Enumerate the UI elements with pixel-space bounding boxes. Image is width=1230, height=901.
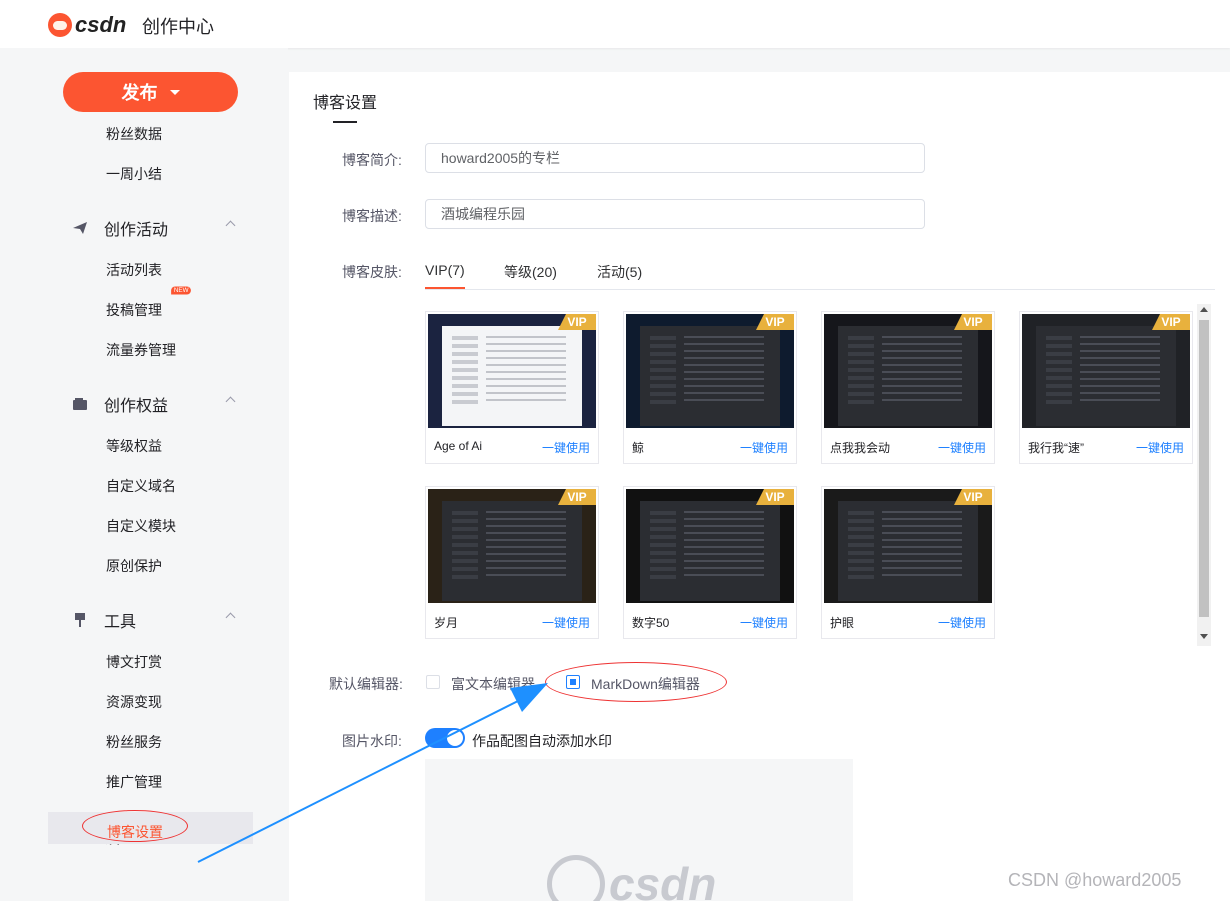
theme-thumbnail xyxy=(626,489,794,603)
sidebar-item-submission[interactable]: 投稿管理 xyxy=(106,300,162,320)
sidebar-item-article-reward[interactable]: 博文打赏 xyxy=(106,652,162,672)
theme-card[interactable]: VIP 我行我“速” 一键使用 xyxy=(1019,311,1193,464)
csdn-mascot-icon xyxy=(547,855,605,901)
watermark-label: 图片水印: xyxy=(342,733,402,749)
intro-label: 博客简介: xyxy=(342,152,402,168)
theme-card[interactable]: VIP 护眼 一键使用 xyxy=(821,486,995,639)
sidebar-group-tools[interactable]: 工具 xyxy=(72,608,236,632)
watermark-toggle[interactable] xyxy=(425,728,465,748)
annotation-circle-blog-settings xyxy=(82,810,188,842)
tab-activity[interactable]: 活动(5) xyxy=(597,262,642,282)
sidebar-item-level-rights[interactable]: 等级权益 xyxy=(106,436,162,456)
theme-thumbnail xyxy=(824,489,992,603)
theme-thumbnail xyxy=(824,314,992,428)
top-bar: csdn 创作中心 xyxy=(0,0,1230,48)
apply-theme-link[interactable]: 一键使用 xyxy=(542,439,590,456)
skin-label: 博客皮肤: xyxy=(342,264,402,280)
theme-card[interactable]: VIP 岁月 一键使用 xyxy=(425,486,599,639)
apply-theme-link[interactable]: 一键使用 xyxy=(938,439,986,456)
scroll-up-arrow-icon[interactable] xyxy=(1200,307,1208,312)
theme-card[interactable]: VIP 点我我会动 一键使用 xyxy=(821,311,995,464)
sidebar-item-resource-cash[interactable]: 资源变现 xyxy=(106,692,162,712)
title-underline xyxy=(333,121,357,123)
apply-theme-link[interactable]: 一键使用 xyxy=(938,614,986,631)
theme-name: 数字50 xyxy=(632,616,670,630)
theme-name: 点我我会动 xyxy=(830,441,891,455)
page-title: 博客设置 xyxy=(313,95,378,112)
theme-name: 鲸 xyxy=(632,441,645,455)
theme-name: Age of Ai xyxy=(434,439,483,453)
wallet-icon xyxy=(72,396,88,412)
sidebar-item-fans-data[interactable]: 粉丝数据 xyxy=(106,124,162,144)
sidebar-item-custom-module[interactable]: 自定义模块 xyxy=(106,516,176,536)
theme-thumbnail xyxy=(428,314,596,428)
publish-button[interactable]: 发布 xyxy=(63,72,238,112)
desc-label: 博客描述: xyxy=(342,208,402,224)
sidebar-item-activity-list[interactable]: 活动列表 xyxy=(106,260,162,280)
csdn-mascot-icon xyxy=(48,13,72,37)
chevron-up-icon xyxy=(225,220,236,231)
theme-thumbnail xyxy=(428,489,596,603)
editor-label: 默认编辑器: xyxy=(329,676,403,692)
theme-card[interactable]: VIP Age of Ai 一键使用 xyxy=(425,311,599,464)
sidebar-group-label: 工具 xyxy=(104,614,137,631)
apply-theme-link[interactable]: 一键使用 xyxy=(740,439,788,456)
theme-name: 护眼 xyxy=(830,616,855,630)
watermark-toggle-label: 作品配图自动添加水印 xyxy=(472,733,612,749)
scrollbar-thumb[interactable] xyxy=(1199,320,1209,617)
sidebar-item-fan-service[interactable]: 粉丝服务 xyxy=(106,732,162,752)
logo-text: csdn xyxy=(75,12,127,37)
sidebar-item-custom-domain[interactable]: 自定义域名 xyxy=(106,476,176,496)
blog-desc-input[interactable] xyxy=(425,199,925,229)
sidebar-group-label: 创作权益 xyxy=(104,398,169,415)
apply-theme-link[interactable]: 一键使用 xyxy=(1136,439,1184,456)
chevron-down-icon xyxy=(169,89,180,95)
tab-level[interactable]: 等级(20) xyxy=(504,262,557,282)
brush-icon xyxy=(72,612,88,628)
watermark-logo-text: csdn xyxy=(609,858,717,901)
theme-name: 我行我“速” xyxy=(1028,441,1084,455)
watermark-logo: csdn xyxy=(547,855,716,901)
app-title: 创作中心 xyxy=(142,17,214,37)
paper-plane-icon xyxy=(72,220,88,236)
sidebar-item-traffic-coupon[interactable]: 流量券管理 xyxy=(106,340,176,360)
apply-theme-link[interactable]: 一键使用 xyxy=(542,614,590,631)
skin-tabs: VIP(7) 等级(20) 活动(5) xyxy=(425,258,1215,290)
sidebar-item-original-protect[interactable]: 原创保护 xyxy=(106,556,162,576)
theme-thumbnail xyxy=(626,314,794,428)
scroll-down-arrow-icon[interactable] xyxy=(1200,634,1208,639)
sidebar-group-rights[interactable]: 创作权益 xyxy=(72,392,236,416)
tab-active-indicator xyxy=(425,287,465,289)
csdn-logo[interactable]: csdn xyxy=(48,12,126,38)
annotation-circle-markdown xyxy=(545,662,727,702)
image-watermark: CSDN @howard2005 xyxy=(1008,870,1182,890)
theme-thumbnail xyxy=(1022,314,1190,428)
apply-theme-link[interactable]: 一键使用 xyxy=(740,614,788,631)
tab-vip[interactable]: VIP(7) xyxy=(425,262,465,278)
chevron-up-icon xyxy=(225,396,236,407)
new-badge: NEW xyxy=(171,286,192,295)
rich-text-editor-label[interactable]: 富文本编辑器 xyxy=(451,674,535,694)
theme-card[interactable]: VIP 数字50 一键使用 xyxy=(623,486,797,639)
sidebar-item-promotion[interactable]: 推广管理 xyxy=(106,772,162,792)
chevron-up-icon xyxy=(225,612,236,623)
sidebar-group-activity[interactable]: 创作活动 xyxy=(72,216,236,240)
blog-intro-input[interactable] xyxy=(425,143,925,173)
theme-card[interactable]: VIP 鲸 一键使用 xyxy=(623,311,797,464)
theme-name: 岁月 xyxy=(434,616,459,630)
rich-text-editor-checkbox[interactable] xyxy=(426,675,440,689)
publish-label: 发布 xyxy=(121,83,158,103)
watermark-preview: csdn xyxy=(425,759,853,901)
sidebar-group-label: 创作活动 xyxy=(104,222,169,239)
sidebar-item-weekly-summary[interactable]: 一周小结 xyxy=(106,164,162,184)
